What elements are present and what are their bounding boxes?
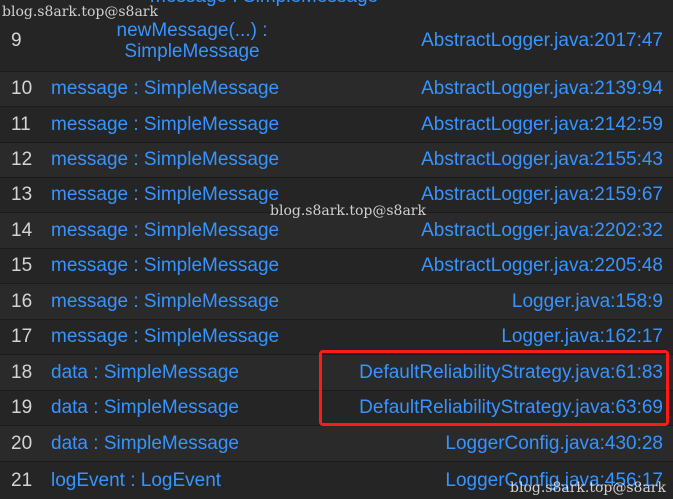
frame-number: 12 (11, 149, 33, 170)
stack-frame-9[interactable]: 9 newMessage(...) : SimpleMessage Abstra… (0, 10, 673, 72)
frame-number: 9 (11, 29, 22, 51)
frame-number: 19 (11, 397, 33, 418)
frame-location-link[interactable]: AbstractLogger.java:2142:59 (421, 107, 663, 142)
frame-location-link[interactable]: Logger.java:162:17 (501, 320, 663, 354)
frame-location-link[interactable]: Logger.java:158:9 (512, 284, 663, 319)
frame-function: message : SimpleMessage (51, 184, 280, 205)
frame-location-link[interactable]: AbstractLogger.java:2159:67 (421, 178, 663, 212)
frame-function: message : SimpleMessage (51, 255, 280, 276)
stack-frame-20[interactable]: 20 data : SimpleMessage LoggerConfig.jav… (0, 426, 673, 462)
frame-location-link[interactable]: AbstractLogger.java:2139:94 (421, 72, 663, 106)
frame-number: 21 (11, 469, 33, 491)
frame-location-link[interactable]: AbstractLogger.java:2205:48 (421, 249, 663, 283)
frame-number: 11 (11, 113, 31, 135)
frame-function: logEvent : LogEvent (51, 469, 222, 491)
call-stack-panel: message : SimpleMessage 9 newMessage(...… (0, 0, 673, 499)
stack-frame-19[interactable]: 19 data : SimpleMessage DefaultReliabili… (0, 391, 673, 426)
frame-function: message : SimpleMessage (51, 113, 280, 135)
frame-function: data : SimpleMessage (51, 432, 239, 454)
stack-frame-12[interactable]: 12 message : SimpleMessage AbstractLogge… (0, 143, 673, 178)
partial-frame-8[interactable]: message : SimpleMessage (0, 0, 673, 10)
frame-number: 18 (11, 361, 33, 383)
frame-number: 10 (11, 78, 33, 99)
stack-frame-18[interactable]: 18 data : SimpleMessage DefaultReliabili… (0, 355, 673, 391)
frame-function-line2: SimpleMessage (124, 40, 260, 62)
frame-function-line1: newMessage(...) : (116, 19, 268, 41)
frame-number: 16 (11, 290, 33, 312)
frame-function: message : SimpleMessage (51, 219, 280, 241)
stack-frame-13[interactable]: 13 message : SimpleMessage AbstractLogge… (0, 178, 673, 213)
frame-function: message : SimpleMessage (51, 290, 280, 312)
frame-location-link[interactable]: DefaultReliabilityStrategy.java:63:69 (359, 391, 663, 425)
frame-location-link[interactable]: AbstractLogger.java:2202:32 (421, 213, 663, 248)
frame-location-link[interactable]: AbstractLogger.java:2155:43 (421, 143, 663, 177)
stack-frame-21[interactable]: 21 logEvent : LogEvent LoggerConfig.java… (0, 462, 673, 499)
frame-location-link[interactable]: LoggerConfig.java:430:28 (445, 426, 663, 461)
frame-location-link[interactable]: AbstractLogger.java:2017:47 (421, 10, 663, 71)
frame-location-link[interactable]: LoggerConfig.java:456:17 (445, 462, 663, 499)
stack-frame-15[interactable]: 15 message : SimpleMessage AbstractLogge… (0, 249, 673, 284)
frame-number: 17 (11, 326, 33, 347)
frame-function: data : SimpleMessage (51, 397, 239, 418)
frame-function: newMessage(...) : SimpleMessage (100, 10, 284, 71)
partial-frame-label: message : SimpleMessage (150, 0, 378, 8)
stack-frame-17[interactable]: 17 message : SimpleMessage Logger.java:1… (0, 320, 673, 355)
frame-number: 13 (11, 184, 33, 205)
frame-location-link[interactable]: DefaultReliabilityStrategy.java:61:83 (359, 355, 663, 390)
stack-frame-14[interactable]: 14 message : SimpleMessage AbstractLogge… (0, 213, 673, 249)
stack-frame-10[interactable]: 10 message : SimpleMessage AbstractLogge… (0, 72, 673, 107)
stack-frame-16[interactable]: 16 message : SimpleMessage Logger.java:1… (0, 284, 673, 320)
frame-function: message : SimpleMessage (51, 78, 280, 99)
stack-frame-11[interactable]: 11 message : SimpleMessage AbstractLogge… (0, 107, 673, 143)
frame-function: message : SimpleMessage (51, 326, 280, 347)
frame-function: message : SimpleMessage (51, 149, 280, 170)
frame-number: 20 (11, 432, 33, 454)
frame-number: 15 (11, 255, 33, 276)
frame-function: data : SimpleMessage (51, 361, 239, 383)
frame-number: 14 (11, 219, 33, 241)
